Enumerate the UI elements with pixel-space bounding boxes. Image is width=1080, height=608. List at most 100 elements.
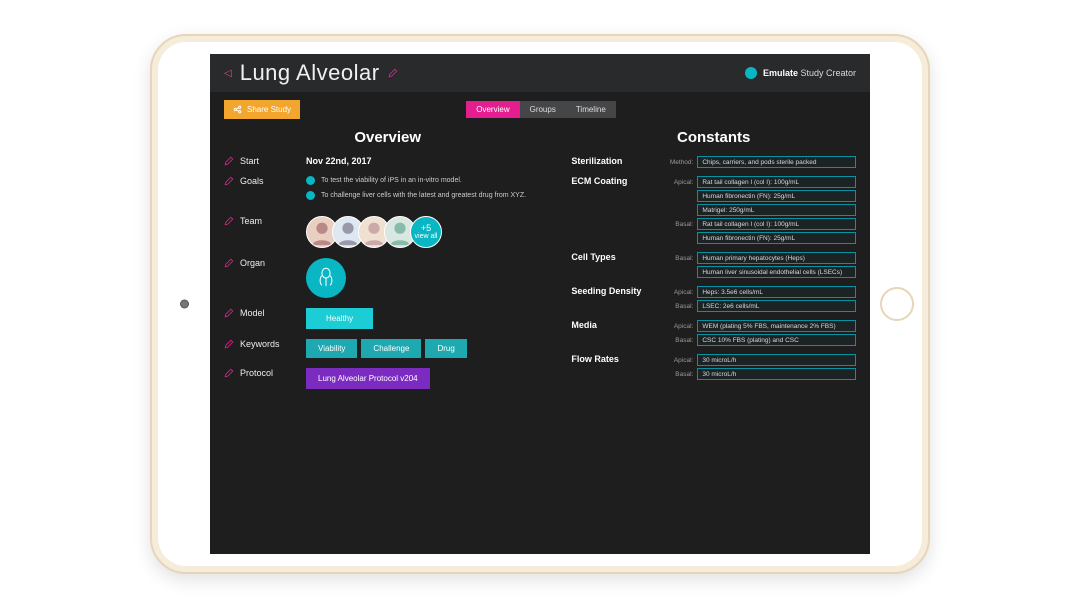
constants-values: Basal: Human primary hepatocytes (Heps) Hu… (663, 252, 856, 280)
constants-label: Cell Types (571, 252, 663, 280)
pencil-icon[interactable] (224, 258, 234, 268)
constants-value[interactable]: LSEC: 2e6 cells/mL (697, 300, 856, 312)
tab-overview[interactable]: Overview (466, 101, 519, 118)
constants-value[interactable]: Heps: 3.5e6 cells/mL (697, 286, 856, 298)
constants-heading: Constants (571, 129, 856, 146)
constants-label: Flow Rates (571, 354, 663, 382)
constants-values: Method: Chips, carriers, and pods sterile… (663, 156, 856, 170)
brand-logo-icon (745, 67, 757, 79)
overview-heading: Overview (224, 129, 551, 146)
brand: Emulate Study Creator (745, 67, 856, 79)
constants-row: Basal: Human primary hepatocytes (Heps) (663, 252, 856, 264)
constants-values: Apical:30 microL/hBasal:30 microL/h (663, 354, 856, 382)
tab-group: OverviewGroupsTimeline (466, 101, 616, 118)
team-more-count: +5 (421, 224, 431, 233)
constants-value[interactable]: Human fibronectin (FN): 25g/mL (697, 232, 856, 244)
share-study-button[interactable]: Share Study (224, 100, 300, 119)
constants-label: Sterilization (571, 156, 663, 170)
brand-name: Emulate (763, 68, 798, 78)
label-start: Start (240, 156, 259, 166)
pencil-icon[interactable] (224, 368, 234, 378)
constants-group: Cell TypesBasal: Human primary hepatocyte… (571, 252, 856, 280)
constants-sublabel: Basal: (663, 303, 693, 310)
camera-dot (180, 300, 189, 309)
edit-title-icon[interactable] (388, 68, 398, 78)
pencil-icon[interactable] (224, 216, 234, 226)
constants-label: Seeding Density (571, 286, 663, 314)
constants-row: Basal: LSEC: 2e6 cells/mL (663, 300, 856, 312)
constants-value[interactable]: Chips, carriers, and pods sterile packed (697, 156, 856, 168)
keywords-list: ViabilityChallengeDrug (306, 339, 551, 358)
constants-row: Human fibronectin (FN): 25g/mL (663, 190, 856, 202)
share-label: Share Study (247, 105, 291, 114)
constants-value[interactable]: CSC 10% FBS (plating) and CSC (697, 334, 856, 346)
constants-group: ECM CoatingApical: Rat tail collagen I (c… (571, 176, 856, 246)
constants-value[interactable]: Matrigel: 250g/mL (697, 204, 856, 216)
constants-value[interactable]: Human primary hepatocytes (Heps) (697, 252, 856, 264)
constants-sublabel: Apical: (663, 289, 693, 296)
constants-sublabel: Apical: (663, 357, 693, 364)
label-keywords: Keywords (240, 339, 280, 349)
constants-value[interactable]: 30 microL/h (697, 354, 856, 366)
keyword-chip[interactable]: Challenge (361, 339, 421, 358)
home-button[interactable] (880, 287, 914, 321)
constants-sublabel: Apical: (663, 179, 693, 186)
team-view-all-button[interactable]: +5 view all (410, 216, 442, 248)
pencil-icon[interactable] (224, 176, 234, 186)
bullet-icon (306, 176, 315, 185)
constants-row: Basal: CSC 10% FBS (plating) and CSC (663, 334, 856, 346)
goal-item: To challenge liver cells with the latest… (306, 191, 551, 200)
constants-sublabel: Basal: (663, 221, 693, 228)
constants-group: Seeding DensityApical: Heps: 3.5e6 cells/… (571, 286, 856, 314)
constants-value[interactable]: Rat tail collagen I (col I): 100g/mL (697, 176, 856, 188)
constants-row: Basal: Rat tail collagen I (col I): 100g/… (663, 218, 856, 230)
label-team: Team (240, 216, 262, 226)
tablet-frame: ◁ Lung Alveolar Emulate Study Creator Sh… (150, 34, 930, 574)
constants-value[interactable]: Human liver sinusoidal endothelial cells… (697, 266, 856, 278)
constants-values: Apical: WEM (plating 5% FBS, maintenance … (663, 320, 856, 348)
constants-value[interactable]: Rat tail collagen I (col I): 100g/mL (697, 218, 856, 230)
constants-value[interactable]: 30 microL/h (697, 368, 856, 380)
constants-row: Human liver sinusoidal endothelial cells… (663, 266, 856, 278)
back-icon[interactable]: ◁ (224, 68, 232, 79)
constants-row: Apical: WEM (plating 5% FBS, maintenance … (663, 320, 856, 332)
constants-values: Apical: Rat tail collagen I (col I): 100g… (663, 176, 856, 246)
keyword-chip[interactable]: Viability (306, 339, 357, 358)
constants-value[interactable]: Human fibronectin (FN): 25g/mL (697, 190, 856, 202)
constants-row: Human fibronectin (FN): 25g/mL (663, 232, 856, 244)
team-avatars: +5 view all (306, 216, 551, 248)
app-header: ◁ Lung Alveolar Emulate Study Creator (210, 54, 870, 92)
constants-sublabel: Method: (663, 159, 693, 166)
model-chip[interactable]: Healthy (306, 308, 373, 329)
organ-icon[interactable] (306, 258, 346, 298)
constants-sublabel: Apical: (663, 323, 693, 330)
constants-group: Flow RatesApical:30 microL/hBasal:30 mic… (571, 354, 856, 382)
goal-text: To challenge liver cells with the latest… (321, 191, 526, 200)
pencil-icon[interactable] (224, 308, 234, 318)
constants-value[interactable]: WEM (plating 5% FBS, maintenance 2% FBS) (697, 320, 856, 332)
pencil-icon[interactable] (224, 156, 234, 166)
pencil-icon[interactable] (224, 339, 234, 349)
constants-group: MediaApical:WEM (plating 5% FBS, mainten… (571, 320, 856, 348)
goal-text: To test the viability of iPS in an in-vi… (321, 176, 462, 185)
toolbar: Share Study OverviewGroupsTimeline (210, 92, 870, 125)
constants-row: Matrigel: 250g/mL (663, 204, 856, 216)
constants-sublabel: Basal: (663, 337, 693, 344)
goal-item: To test the viability of iPS in an in-vi… (306, 176, 551, 185)
constants-sublabel: Basal: (663, 255, 693, 262)
constants-group: SterilizationMethod: Chips, carriers, and… (571, 156, 856, 170)
constants-values: Apical: Heps: 3.5e6 cells/mL Basal: LSEC: 2… (663, 286, 856, 314)
label-organ: Organ (240, 258, 265, 268)
constants-column: Constants SterilizationMethod: Chips, car… (571, 129, 856, 399)
label-model: Model (240, 308, 265, 318)
constants-label: ECM Coating (571, 176, 663, 246)
goals-list: To test the viability of iPS in an in-vi… (306, 176, 551, 206)
bullet-icon (306, 191, 315, 200)
protocol-chip[interactable]: Lung Alveolar Protocol v204 (306, 368, 430, 389)
tab-groups[interactable]: Groups (520, 101, 566, 118)
keyword-chip[interactable]: Drug (425, 339, 466, 358)
overview-column: Overview Start Nov 22nd, 2017 Goals To t… (224, 129, 551, 399)
constants-row: Apical: 30 microL/h (663, 354, 856, 366)
team-more-label: view all (415, 233, 438, 240)
tab-timeline[interactable]: Timeline (566, 101, 616, 118)
